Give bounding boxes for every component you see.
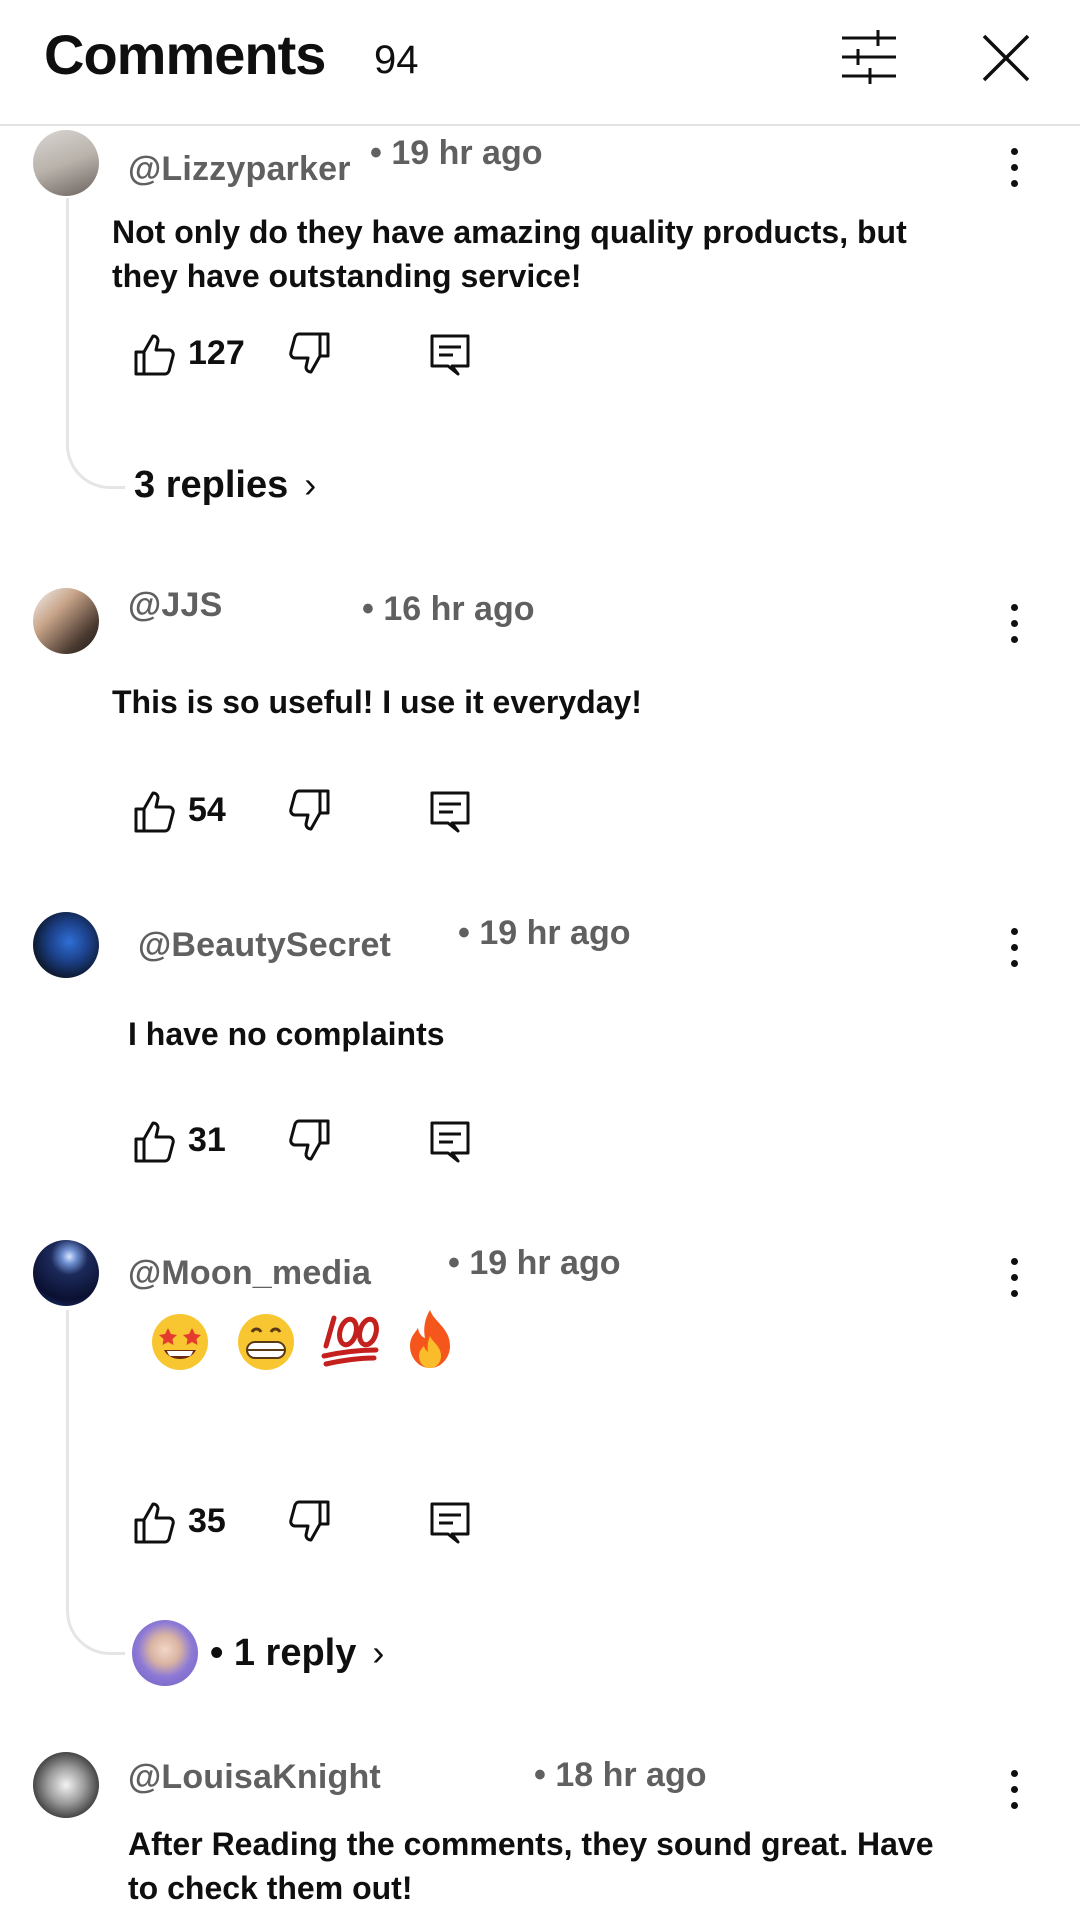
avatar[interactable]	[33, 912, 99, 978]
star-struck-emoji	[152, 1314, 208, 1370]
view-replies-button[interactable]: 3 replies ›	[134, 464, 316, 507]
avatar[interactable]	[33, 1752, 99, 1818]
comment-author[interactable]: @Lizzyparker	[128, 150, 351, 189]
close-icon[interactable]	[978, 30, 1034, 86]
thumbs-up-icon[interactable]	[132, 330, 176, 378]
more-options-icon[interactable]	[1000, 1256, 1030, 1300]
comment-actions: 31	[132, 1117, 532, 1169]
hundred-points-emoji	[321, 1315, 379, 1367]
comments-header: Comments 94	[0, 0, 1080, 126]
comment-author[interactable]: @BeautySecret	[138, 926, 391, 965]
reply-icon[interactable]	[428, 330, 472, 378]
filter-sliders-icon[interactable]	[840, 28, 898, 86]
comment-text: I have no complaints	[128, 1016, 445, 1052]
view-replies-button[interactable]: • 1 reply ›	[210, 1632, 384, 1675]
comment-actions: 127	[132, 330, 532, 382]
reply-avatar[interactable]	[132, 1620, 198, 1686]
more-options-icon[interactable]	[1000, 602, 1030, 646]
like-count: 127	[188, 334, 245, 372]
like-count: 31	[188, 1121, 226, 1159]
like-count: 35	[188, 1502, 226, 1540]
comments-title: Comments	[44, 23, 326, 86]
reply-icon[interactable]	[428, 787, 472, 835]
comments-count: 94	[374, 38, 419, 82]
thumbs-up-icon[interactable]	[132, 1498, 176, 1546]
more-options-icon[interactable]	[1000, 1768, 1030, 1812]
comment-author[interactable]: @Moon_media	[128, 1254, 371, 1293]
more-options-icon[interactable]	[1000, 146, 1030, 190]
more-options-icon[interactable]	[1000, 926, 1030, 970]
thread-connector	[66, 1310, 125, 1655]
reply-icon[interactable]	[428, 1117, 472, 1165]
like-count: 54	[188, 791, 226, 829]
reply-icon[interactable]	[428, 1498, 472, 1546]
chevron-right-icon: ›	[304, 464, 317, 505]
thumbs-up-icon[interactable]	[132, 787, 176, 835]
comment-timestamp: • 19 hr ago	[370, 134, 543, 172]
comment-author[interactable]: @JJS	[128, 586, 222, 625]
comment-timestamp: • 18 hr ago	[534, 1756, 707, 1794]
fire-emoji	[410, 1310, 450, 1368]
comment-author[interactable]: @LouisaKnight	[128, 1758, 381, 1797]
grinning-emoji	[238, 1314, 294, 1370]
comment-timestamp: • 16 hr ago	[362, 590, 535, 628]
avatar[interactable]	[33, 588, 99, 654]
thumbs-down-icon[interactable]	[288, 1498, 332, 1546]
avatar[interactable]	[33, 1240, 99, 1306]
comment-text: After Reading the comments, they sound g…	[128, 1826, 934, 1906]
comment-timestamp: • 19 hr ago	[458, 914, 631, 952]
comment-text: This is so useful! I use it everyday!	[112, 684, 642, 720]
chevron-right-icon: ›	[372, 1632, 385, 1673]
thumbs-up-icon[interactable]	[132, 1117, 176, 1165]
thumbs-down-icon[interactable]	[288, 1117, 332, 1165]
avatar[interactable]	[33, 130, 99, 196]
comment-timestamp: • 19 hr ago	[448, 1244, 621, 1282]
comment-text: Not only do they have amazing quality pr…	[112, 214, 907, 294]
comment-actions: 35	[132, 1498, 532, 1550]
thumbs-down-icon[interactable]	[288, 787, 332, 835]
comment-actions: 54	[132, 787, 532, 839]
thumbs-down-icon[interactable]	[288, 330, 332, 378]
